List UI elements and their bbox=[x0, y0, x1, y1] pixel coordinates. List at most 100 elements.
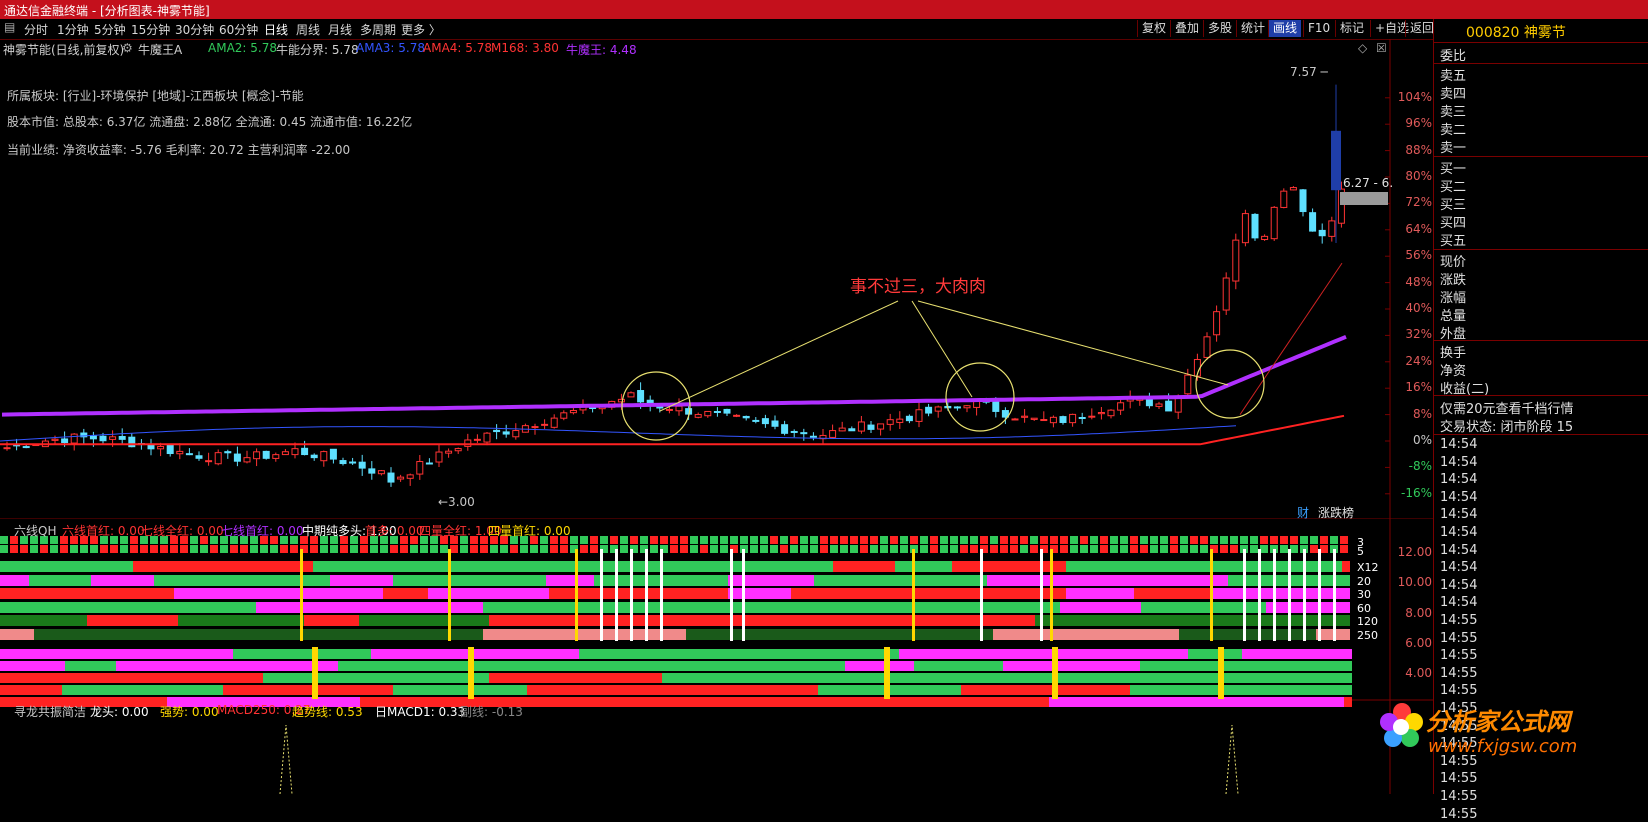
signal-cell bbox=[1090, 536, 1098, 544]
trend-bar bbox=[822, 673, 982, 683]
signal-cell bbox=[260, 545, 268, 553]
signal-cell bbox=[330, 545, 338, 553]
signal-cell bbox=[790, 536, 798, 544]
tag-finance[interactable]: 财 bbox=[1297, 506, 1309, 519]
signal-cell bbox=[1290, 536, 1298, 544]
signal-cell bbox=[1320, 536, 1328, 544]
signal-bar bbox=[952, 561, 972, 572]
trend-bar bbox=[1030, 673, 1106, 683]
signal-cell bbox=[290, 545, 298, 553]
candle bbox=[809, 435, 817, 438]
sub-axis-tick: 4.00 bbox=[1405, 666, 1432, 680]
logo-name: 分析家公式网 bbox=[1426, 708, 1570, 736]
y-tick: 8% bbox=[1412, 406, 1432, 421]
candle bbox=[473, 438, 481, 441]
signal-cell bbox=[800, 545, 808, 553]
tick-time: 14:54 bbox=[1440, 472, 1478, 488]
signal-bar bbox=[573, 561, 620, 572]
separator bbox=[1434, 395, 1648, 396]
signal-cell bbox=[710, 545, 718, 553]
candle bbox=[349, 461, 357, 464]
signal-spike bbox=[980, 549, 983, 641]
quote-label-1: 涨跌 bbox=[1440, 273, 1467, 288]
candle bbox=[637, 390, 645, 403]
signal-cell bbox=[40, 545, 48, 553]
toolbar-btn-4[interactable]: 画线 bbox=[1268, 20, 1302, 37]
toolbar-btn-1[interactable]: 叠加 bbox=[1170, 20, 1203, 37]
main-chart[interactable]: 7.57 ─←3.006.27 - 6.财 涨跌榜 bbox=[0, 39, 1433, 519]
toolbar-btn-0[interactable]: 复权 bbox=[1137, 20, 1170, 37]
signal-cell bbox=[960, 545, 968, 553]
candle bbox=[281, 451, 289, 456]
period-tab-6[interactable]: 日线 bbox=[264, 21, 288, 38]
signal-bar bbox=[867, 561, 895, 572]
signal-bar bbox=[29, 575, 91, 586]
toolbar-btn-3[interactable]: 统计 bbox=[1236, 20, 1269, 37]
signal-cell bbox=[970, 545, 978, 553]
indicator-panel[interactable] bbox=[0, 519, 1433, 794]
signal-bar bbox=[798, 629, 864, 640]
sub2-name[interactable]: 寻龙共振简洁 bbox=[14, 703, 86, 720]
candle bbox=[617, 398, 625, 403]
signal-bar bbox=[963, 615, 1035, 626]
trend-bar bbox=[914, 661, 1003, 671]
signal-cell bbox=[1110, 536, 1118, 544]
signal-bar bbox=[627, 588, 728, 599]
signal-cell bbox=[220, 545, 228, 553]
signal-bar bbox=[274, 615, 304, 626]
signal-cell bbox=[710, 536, 718, 544]
row-label: 20 bbox=[1357, 575, 1371, 588]
stock-code[interactable]: 000820 神雾节 bbox=[1466, 22, 1566, 42]
toolbar-btn-5[interactable]: F10 bbox=[1303, 20, 1334, 37]
candle bbox=[291, 448, 299, 456]
candle bbox=[934, 406, 942, 412]
signal-cell bbox=[1130, 536, 1138, 544]
menu-icon[interactable]: ▤ bbox=[4, 20, 15, 34]
signal-cell bbox=[1130, 545, 1138, 553]
signal-bar bbox=[1035, 615, 1110, 626]
signal-bar bbox=[771, 602, 859, 613]
signal-cell bbox=[10, 545, 18, 553]
trend-bar bbox=[75, 649, 233, 659]
candle bbox=[675, 405, 683, 412]
signal-bar bbox=[438, 629, 483, 640]
y-tick: 72% bbox=[1405, 195, 1432, 210]
signal-bar bbox=[21, 602, 128, 613]
toolbar-btn-6[interactable]: 标记 bbox=[1335, 20, 1368, 37]
period-tab-9[interactable]: 多周期 bbox=[360, 21, 396, 38]
period-tab-3[interactable]: 15分钟 bbox=[131, 21, 170, 38]
candle bbox=[713, 410, 721, 413]
period-tab-0[interactable]: 分时 bbox=[24, 21, 48, 38]
candle bbox=[656, 406, 664, 409]
period-tab-2[interactable]: 5分钟 bbox=[94, 21, 126, 38]
candle bbox=[771, 420, 779, 427]
period-tab-7[interactable]: 周线 bbox=[296, 21, 320, 38]
buy-level-1: 买一 bbox=[1440, 162, 1467, 177]
signal-cell bbox=[1190, 545, 1198, 553]
period-tab-5[interactable]: 60分钟 bbox=[219, 21, 258, 38]
signal-cell bbox=[1190, 536, 1198, 544]
period-tab-1[interactable]: 1分钟 bbox=[57, 21, 89, 38]
chart-annotation: 事不过三，大肉肉 bbox=[850, 277, 986, 297]
period-tab-4[interactable]: 30分钟 bbox=[175, 21, 214, 38]
period-tab-8[interactable]: 月线 bbox=[328, 21, 352, 38]
signal-bar bbox=[1092, 575, 1228, 586]
period-tab-10[interactable]: 更多 〉 bbox=[401, 21, 441, 38]
candle bbox=[166, 444, 174, 455]
tag-ranking[interactable]: 涨跌榜 bbox=[1318, 505, 1354, 519]
signal-spike bbox=[1050, 549, 1053, 641]
signal-spike bbox=[630, 549, 633, 641]
low-mark: ←3.00 bbox=[438, 495, 475, 509]
signal-cell bbox=[780, 536, 788, 544]
signal-cell bbox=[590, 536, 598, 544]
sub2-spike bbox=[1225, 724, 1239, 794]
trend-bar bbox=[0, 685, 62, 695]
signal-cell bbox=[1200, 536, 1208, 544]
sub1-legend-0: 六线首红: 0.00 bbox=[62, 524, 145, 538]
tick-time: 14:55 bbox=[1440, 683, 1478, 699]
signal-spike bbox=[1288, 549, 1291, 641]
toolbar-btn-2[interactable]: 多股 bbox=[1203, 20, 1236, 37]
sub1-name[interactable]: 六线QH bbox=[14, 522, 56, 539]
signal-cell bbox=[450, 545, 458, 553]
signal-bar bbox=[313, 561, 446, 572]
